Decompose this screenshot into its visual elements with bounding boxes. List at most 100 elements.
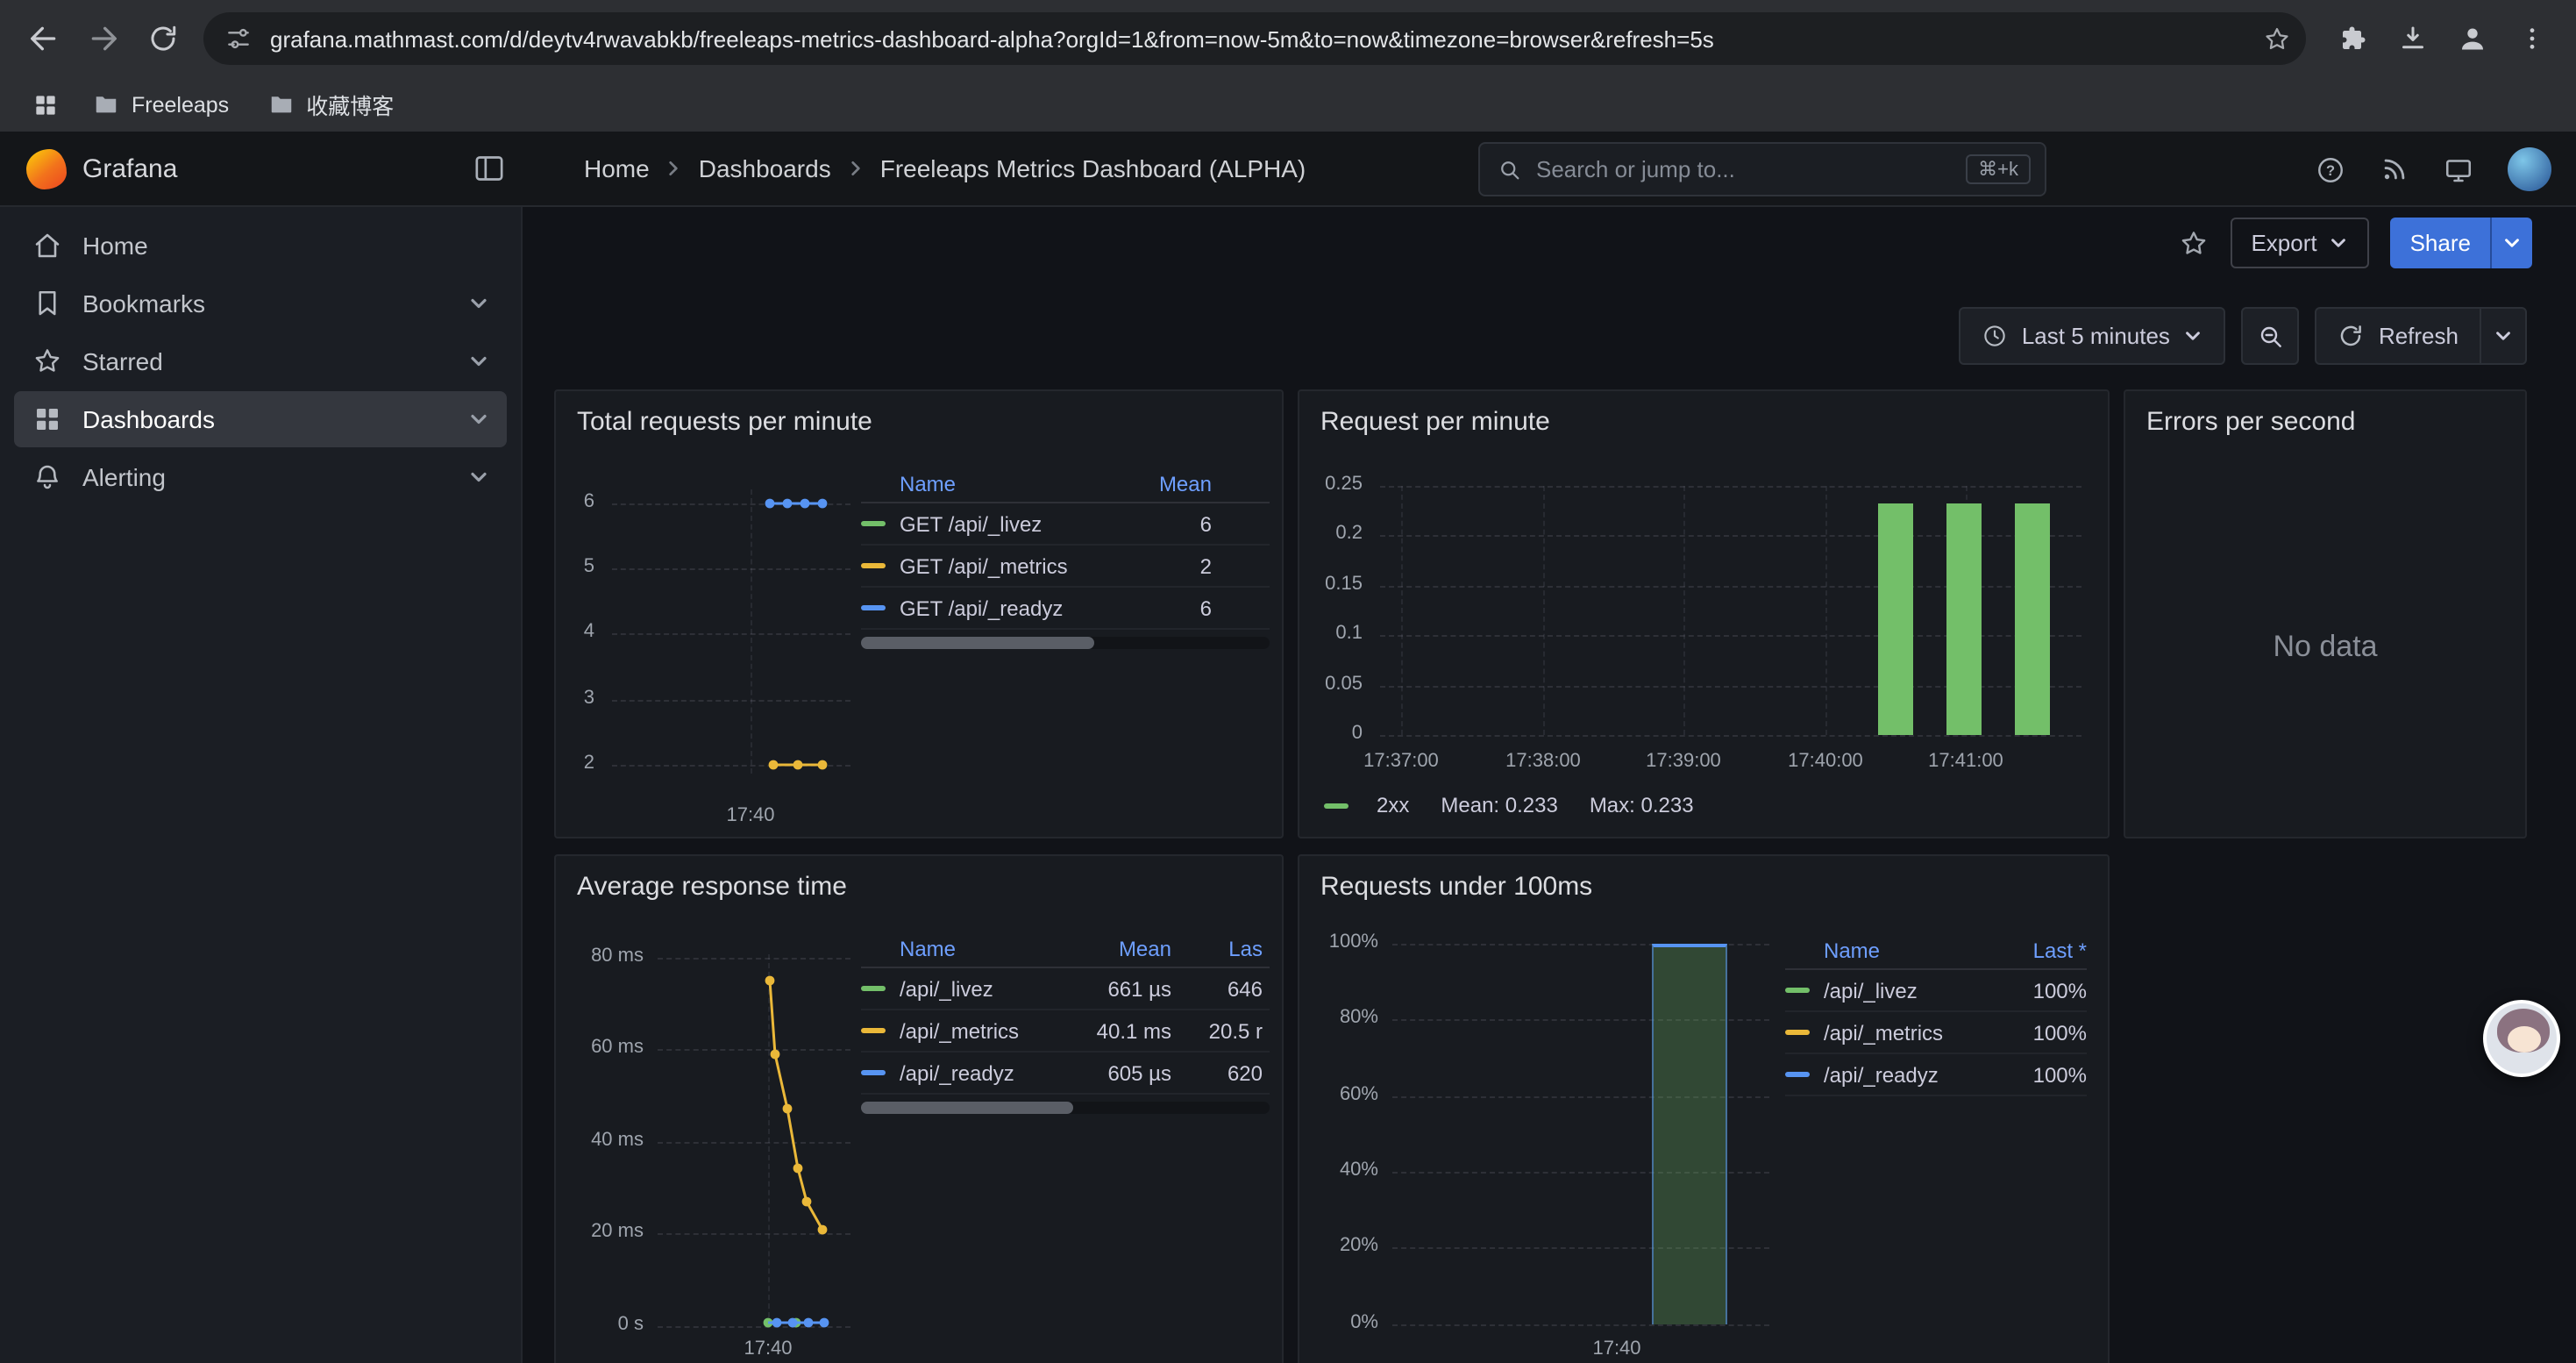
grafana-header: Grafana Home Dashboards Freeleaps Metric… — [0, 132, 2576, 207]
share-label[interactable]: Share — [2391, 218, 2490, 268]
y-tick: 100% — [1299, 931, 1378, 953]
forward-button[interactable] — [74, 9, 133, 68]
legend-col-last[interactable]: Last * — [2033, 938, 2087, 962]
site-info-icon[interactable] — [224, 25, 253, 53]
series-name[interactable]: /api/_livez — [1824, 978, 2033, 1003]
sidebar-item-alerting[interactable]: Alerting — [14, 449, 507, 505]
legend-col-mean[interactable]: Mean — [1066, 936, 1171, 960]
sidebar-item-home[interactable]: Home — [14, 218, 507, 274]
profile-icon[interactable] — [2443, 9, 2502, 68]
series-name[interactable]: GET /api/_metrics — [900, 553, 1124, 578]
legend-row[interactable]: /api/_livez 100% — [1785, 970, 2087, 1012]
series-mean: 661 µs — [1066, 976, 1171, 1001]
sidebar-toggle-button[interactable] — [472, 151, 507, 186]
gridline — [612, 633, 850, 635]
legend-mean: Mean: 0.233 — [1441, 793, 1557, 817]
breadcrumb-home-link[interactable]: Home — [584, 154, 650, 182]
share-button[interactable]: Share — [2391, 218, 2532, 268]
y-tick: 60% — [1299, 1084, 1378, 1105]
legend-row[interactable]: GET /api/_livez 6 — [861, 503, 1270, 546]
series-name[interactable]: /api/_readyz — [1824, 1062, 2033, 1087]
bookmark-star-icon[interactable] — [2262, 24, 2292, 54]
refresh-interval-dropdown[interactable] — [2481, 307, 2527, 365]
panel-title[interactable]: Total requests per minute — [577, 407, 872, 437]
grafana-logo[interactable] — [26, 149, 67, 189]
display-icon[interactable] — [2443, 153, 2474, 185]
help-icon[interactable]: ? — [2315, 153, 2346, 185]
series-name[interactable]: GET /api/_readyz — [900, 596, 1124, 620]
legend-col-name[interactable]: Name — [861, 936, 1066, 960]
apps-grid-icon[interactable] — [21, 82, 70, 127]
series-name[interactable]: GET /api/_livez — [900, 511, 1124, 536]
sidebar-item-bookmarks[interactable]: Bookmarks — [14, 275, 507, 332]
bookmark-icon — [32, 288, 63, 319]
export-button[interactable]: Export — [2230, 218, 2369, 268]
chevron-down-icon — [2494, 326, 2513, 346]
url-bar[interactable]: grafana.mathmast.com/d/deytv4rwavabkb/fr… — [203, 12, 2306, 65]
x-tick: 17:40 — [715, 1338, 821, 1359]
legend-col-name[interactable]: Name — [861, 471, 1124, 496]
back-button[interactable] — [14, 9, 74, 68]
legend-row[interactable]: GET /api/_metrics 2 — [861, 546, 1270, 588]
time-range-button[interactable]: Last 5 minutes — [1959, 307, 2226, 365]
chevron-down-icon[interactable] — [468, 409, 489, 430]
series-name[interactable]: /api/_readyz — [900, 1060, 1066, 1085]
legend-row[interactable]: GET /api/_readyz 6 — [861, 588, 1270, 630]
reload-button[interactable] — [133, 9, 193, 68]
bell-icon — [32, 461, 63, 493]
panel-title[interactable]: Average response time — [577, 872, 847, 902]
legend-col-mean[interactable]: Mean — [1124, 471, 1212, 496]
share-dropdown-button[interactable] — [2490, 218, 2532, 268]
search-input[interactable]: Search or jump to... ⌘+k — [1478, 142, 2046, 196]
zoom-out-button[interactable] — [2242, 307, 2300, 365]
chevron-down-icon[interactable] — [468, 293, 489, 314]
breadcrumb-dashboards-link[interactable]: Dashboards — [699, 154, 831, 182]
gridline — [1683, 486, 1685, 735]
legend-col-last[interactable]: Las — [1171, 936, 1263, 960]
series-name[interactable]: 2xx — [1377, 793, 1409, 817]
legend-row[interactable]: /api/_livez 661 µs 646 — [861, 968, 1270, 1010]
series-last: 620 — [1171, 1060, 1263, 1085]
favorite-star-icon[interactable] — [2177, 227, 2209, 259]
legend-scrollbar[interactable] — [861, 637, 1270, 649]
series-name[interactable]: /api/_livez — [900, 976, 1066, 1001]
legend-row[interactable]: /api/_metrics 100% — [1785, 1012, 2087, 1054]
legend-scrollbar[interactable] — [861, 1102, 1270, 1114]
y-tick: 5 — [556, 556, 594, 577]
refresh-button[interactable]: Refresh — [2316, 307, 2481, 365]
breadcrumb-current: Freeleaps Metrics Dashboard (ALPHA) — [880, 154, 1306, 182]
series-name[interactable]: /api/_metrics — [900, 1018, 1066, 1043]
gridline — [612, 765, 850, 767]
sidebar-item-dashboards[interactable]: Dashboards — [14, 391, 507, 447]
chevron-down-icon[interactable] — [468, 351, 489, 372]
panel-title[interactable]: Errors per second — [2146, 407, 2355, 437]
series-last: 100% — [2033, 978, 2087, 1003]
bookmark-item[interactable]: Freeleaps — [77, 86, 245, 123]
legend-header: Name Last * — [1785, 931, 2087, 970]
legend-table: Name Mean GET /api/_livez 6 GET /api/_me… — [861, 465, 1270, 649]
browser-menu-icon[interactable] — [2502, 9, 2562, 68]
user-avatar[interactable] — [2508, 147, 2551, 191]
bookmark-item[interactable]: 收藏博客 — [252, 82, 409, 126]
legend-row[interactable]: /api/_metrics 40.1 ms 20.5 r — [861, 1010, 1270, 1053]
sidebar-item-label: Starred — [82, 347, 163, 375]
sidebar-item-label: Alerting — [82, 463, 166, 491]
news-rss-icon[interactable] — [2380, 154, 2409, 184]
legend-col-name[interactable]: Name — [1785, 938, 2033, 962]
sidebar-item-starred[interactable]: Starred — [14, 333, 507, 389]
bar-2xx — [1878, 503, 1913, 735]
series-swatch-blue — [1785, 1072, 1810, 1077]
series-name[interactable]: /api/_metrics — [1824, 1020, 2033, 1045]
assistant-avatar-overlay[interactable] — [2483, 1000, 2560, 1077]
browser-toolbar: grafana.mathmast.com/d/deytv4rwavabkb/fr… — [0, 0, 2576, 77]
download-icon[interactable] — [2383, 9, 2443, 68]
panel-title[interactable]: Request per minute — [1320, 407, 1550, 437]
chevron-down-icon[interactable] — [468, 467, 489, 488]
legend-table: Name Last * /api/_livez 100% /api/_metri… — [1785, 931, 2087, 1096]
extensions-icon[interactable] — [2323, 9, 2383, 68]
legend-row[interactable]: /api/_readyz 605 µs 620 — [861, 1053, 1270, 1095]
series-last: 100% — [2033, 1020, 2087, 1045]
legend-row[interactable]: /api/_readyz 100% — [1785, 1054, 2087, 1096]
panel-title[interactable]: Requests under 100ms — [1320, 872, 1592, 902]
refresh-icon — [2338, 323, 2365, 349]
